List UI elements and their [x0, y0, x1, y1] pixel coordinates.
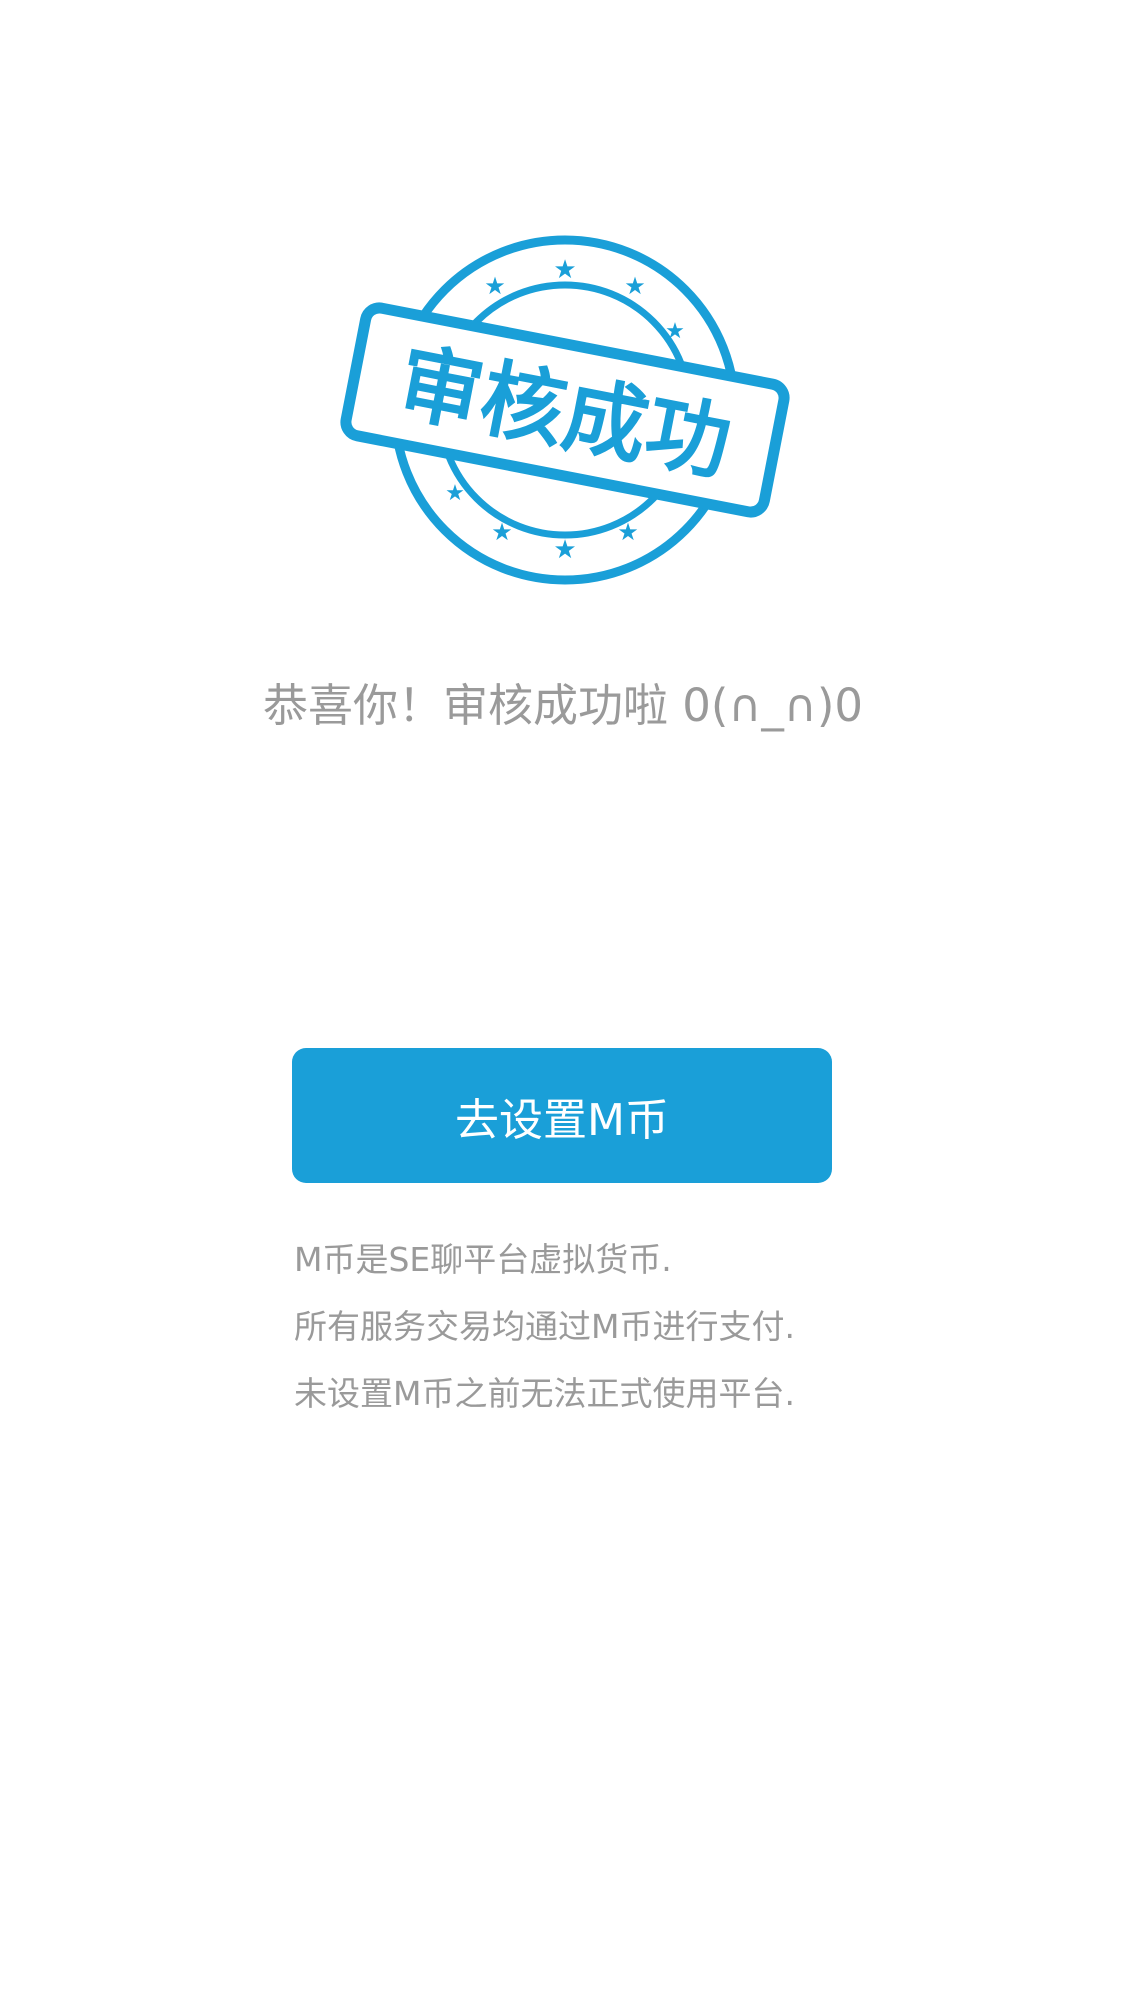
m-coin-info: M币是SE聊平台虚拟货币. 所有服务交易均通过M币进行支付. 未设置M币之前无法…: [294, 1226, 1014, 1427]
svg-text:★: ★: [445, 481, 465, 506]
svg-text:★: ★: [553, 255, 576, 285]
info-line: 未设置M币之前无法正式使用平台.: [294, 1374, 795, 1413]
svg-text:★: ★: [617, 518, 639, 546]
success-message: 恭喜你！审核成功啦 0(∩_∩)0: [262, 679, 864, 732]
approved-stamp-icon: ★ ★ ★ ★ ★ ★ ★ ★ 审核成功: [340, 235, 790, 585]
info-line: M币是SE聊平台虚拟货币.: [294, 1240, 672, 1279]
svg-text:★: ★: [665, 319, 685, 344]
approval-stamp: ★ ★ ★ ★ ★ ★ ★ ★ 审核成功: [330, 230, 800, 590]
svg-text:★: ★: [484, 272, 506, 300]
svg-text:★: ★: [553, 535, 576, 565]
svg-text:★: ★: [491, 518, 513, 546]
set-m-coin-button[interactable]: 去设置M币: [292, 1048, 832, 1183]
svg-text:★: ★: [624, 272, 646, 300]
info-line: 所有服务交易均通过M币进行支付.: [294, 1307, 795, 1346]
